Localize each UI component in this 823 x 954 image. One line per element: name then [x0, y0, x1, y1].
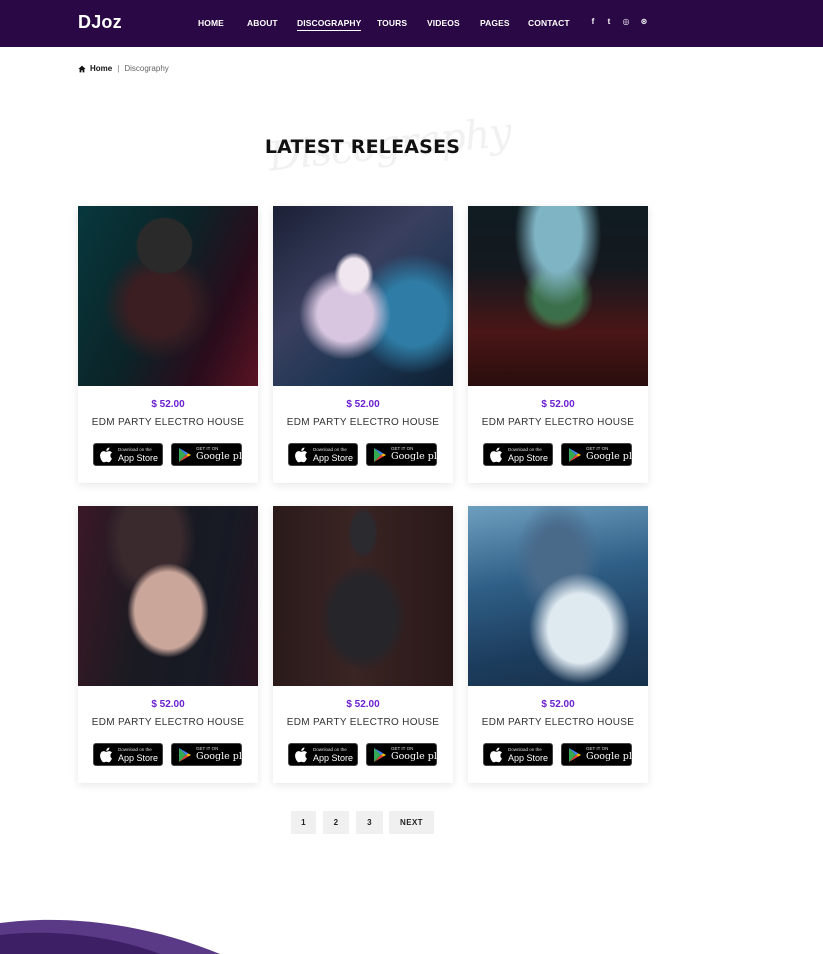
app-store-caption: Download on the — [313, 447, 347, 452]
google-play-icon — [179, 748, 191, 762]
nav-pages[interactable]: PAGES — [480, 18, 510, 28]
apple-icon — [490, 747, 502, 763]
release-title[interactable]: EDM PARTY ELECTRO HOUSE — [273, 417, 453, 428]
footer-wave-decoration — [0, 919, 220, 954]
app-store-caption: Download on the — [118, 447, 152, 452]
release-card: $ 52.00 EDM PARTY ELECTRO HOUSE Download… — [468, 506, 648, 783]
home-icon — [78, 65, 86, 72]
breadcrumb-separator: | — [117, 64, 120, 73]
next-page-button[interactable]: NEXT — [389, 811, 434, 834]
release-cover-image[interactable] — [468, 506, 648, 686]
app-store-label: App Store — [313, 753, 354, 763]
app-store-button[interactable]: Download on the App Store — [288, 443, 358, 466]
nav-contact[interactable]: CONTACT — [528, 18, 570, 28]
app-store-label: App Store — [118, 753, 159, 763]
google-play-icon — [374, 748, 386, 762]
top-navbar: DJoz HOME ABOUT DISCOGRAPHY TOURS VIDEOS… — [0, 0, 823, 47]
google-play-label: Google play — [586, 451, 643, 462]
google-play-button[interactable]: GET IT ON Google play — [366, 443, 448, 466]
google-play-button[interactable]: GET IT ON Google play — [561, 443, 643, 466]
nav-tours[interactable]: TOURS — [377, 18, 407, 28]
app-store-label: App Store — [508, 453, 549, 463]
app-store-caption: Download on the — [118, 747, 152, 752]
breadcrumb-current: Discography — [124, 64, 169, 73]
google-play-label: Google play — [196, 451, 253, 462]
nav-videos[interactable]: VIDEOS — [427, 18, 460, 28]
release-cover-image[interactable] — [468, 206, 648, 386]
apple-icon — [295, 447, 307, 463]
release-card: $ 52.00 EDM PARTY ELECTRO HOUSE Download… — [78, 206, 258, 483]
google-play-button[interactable]: GET IT ON Google play — [366, 743, 448, 766]
release-cover-image[interactable] — [273, 506, 453, 686]
apple-icon — [100, 447, 112, 463]
release-price: $ 52.00 — [151, 699, 185, 710]
facebook-icon[interactable]: f — [588, 17, 598, 26]
release-title[interactable]: EDM PARTY ELECTRO HOUSE — [78, 417, 258, 428]
google-play-label: Google play — [391, 751, 448, 762]
app-store-button[interactable]: Download on the App Store — [288, 743, 358, 766]
section-heading: Discography LATEST RELEASES — [0, 109, 725, 190]
app-store-button[interactable]: Download on the App Store — [93, 443, 163, 466]
page-2-button[interactable]: 2 — [323, 811, 349, 834]
google-play-icon — [179, 448, 191, 462]
site-logo[interactable]: DJoz — [78, 12, 122, 33]
google-play-button[interactable]: GET IT ON Google play — [171, 743, 253, 766]
release-card: $ 52.00 EDM PARTY ELECTRO HOUSE Download… — [273, 506, 453, 783]
google-play-button[interactable]: GET IT ON Google play — [561, 743, 643, 766]
release-price: $ 52.00 — [541, 699, 575, 710]
app-store-button[interactable]: Download on the App Store — [483, 443, 553, 466]
app-store-button[interactable]: Download on the App Store — [93, 743, 163, 766]
app-store-button[interactable]: Download on the App Store — [483, 743, 553, 766]
release-cover-image[interactable] — [78, 206, 258, 386]
google-play-icon — [569, 448, 581, 462]
release-price: $ 52.00 — [346, 399, 380, 410]
release-title[interactable]: EDM PARTY ELECTRO HOUSE — [78, 717, 258, 728]
breadcrumb-home-link[interactable]: Home — [90, 64, 112, 73]
nav-about[interactable]: ABOUT — [247, 18, 278, 28]
release-card: $ 52.00 EDM PARTY ELECTRO HOUSE Download… — [273, 206, 453, 483]
release-title[interactable]: EDM PARTY ELECTRO HOUSE — [468, 717, 648, 728]
release-title[interactable]: EDM PARTY ELECTRO HOUSE — [273, 717, 453, 728]
page-3-button[interactable]: 3 — [356, 811, 383, 834]
breadcrumb: Home | Discography — [78, 64, 169, 73]
release-price: $ 52.00 — [541, 399, 575, 410]
release-price: $ 52.00 — [151, 399, 185, 410]
app-store-caption: Download on the — [508, 747, 542, 752]
app-store-label: App Store — [118, 453, 159, 463]
nav-home[interactable]: HOME — [198, 18, 224, 28]
release-card: $ 52.00 EDM PARTY ELECTRO HOUSE Download… — [78, 506, 258, 783]
google-play-icon — [374, 448, 386, 462]
release-cover-image[interactable] — [273, 206, 453, 386]
twitter-icon[interactable]: t — [604, 17, 614, 26]
release-card: $ 52.00 EDM PARTY ELECTRO HOUSE Download… — [468, 206, 648, 483]
release-title[interactable]: EDM PARTY ELECTRO HOUSE — [468, 417, 648, 428]
app-store-caption: Download on the — [508, 447, 542, 452]
page-1-button[interactable]: 1 — [291, 811, 316, 834]
dribbble-icon[interactable]: ⊛ — [639, 17, 649, 26]
release-price: $ 52.00 — [346, 699, 380, 710]
release-cover-image[interactable] — [78, 506, 258, 686]
app-store-label: App Store — [313, 453, 354, 463]
google-play-label: Google play — [391, 451, 448, 462]
page-title: LATEST RELEASES — [264, 136, 461, 158]
instagram-icon[interactable]: ◎ — [621, 17, 631, 26]
apple-icon — [490, 447, 502, 463]
google-play-label: Google play — [196, 751, 253, 762]
nav-discography[interactable]: DISCOGRAPHY — [297, 18, 362, 31]
app-store-label: App Store — [508, 753, 549, 763]
google-play-icon — [569, 748, 581, 762]
apple-icon — [100, 747, 112, 763]
app-store-caption: Download on the — [313, 747, 347, 752]
apple-icon — [295, 747, 307, 763]
google-play-label: Google play — [586, 751, 643, 762]
google-play-button[interactable]: GET IT ON Google play — [171, 443, 253, 466]
